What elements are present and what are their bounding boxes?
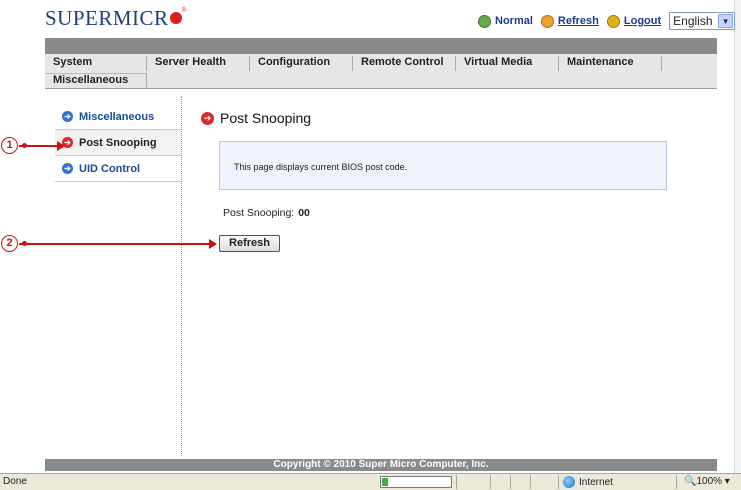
zoom-level[interactable]: 🔍100% ▾ (684, 476, 730, 487)
tab-miscellaneous[interactable]: Miscellaneous (45, 73, 147, 88)
statusbar-separator (530, 475, 531, 489)
blue-arrow-icon: ➔ (62, 111, 73, 122)
supermicro-logo: SUPERMICR ® (45, 6, 187, 31)
statusbar-separator (456, 475, 457, 489)
sidebar-divider (181, 96, 182, 456)
sidebar: ➔ Miscellaneous ➔ Post Snooping ➔ UID Co… (55, 104, 181, 182)
logo-text: SUPERMICR (45, 6, 169, 30)
callout-1-arrowhead (57, 141, 65, 151)
sidebar-item-label: Miscellaneous (79, 110, 155, 123)
callout-2: 2 (1, 235, 18, 252)
post-snooping-label: Post Snooping: (223, 207, 295, 219)
post-snooping-value: 00 (298, 207, 310, 219)
statusbar-separator (676, 475, 677, 489)
main-nav: System Server Health Configuration Remot… (45, 54, 717, 89)
refresh-icon[interactable] (540, 14, 554, 28)
sidebar-item-label: UID Control (79, 162, 141, 175)
statusbar-separator (510, 475, 511, 489)
globe-icon (563, 476, 575, 488)
zoom-value: 100% (696, 476, 723, 487)
logo-reg-mark: ® (181, 6, 188, 14)
normal-status-icon (478, 14, 491, 28)
vertical-scrollbar[interactable] (734, 0, 741, 473)
sidebar-item-miscellaneous[interactable]: ➔ Miscellaneous (55, 104, 181, 130)
callout-2-arrowhead (209, 239, 217, 249)
statusbar-separator (558, 475, 559, 489)
tab-configuration[interactable]: Configuration (250, 56, 353, 71)
refresh-button[interactable]: Refresh (219, 235, 280, 252)
browser-statusbar: Done Internet 🔍100% ▾ (0, 473, 741, 490)
zone-label: Internet (579, 476, 613, 488)
page-title: ➔ Post Snooping (201, 110, 311, 126)
refresh-link[interactable]: Refresh (558, 15, 599, 27)
callout-1-line (19, 145, 59, 147)
logout-link[interactable]: Logout (624, 15, 661, 27)
callout-2-line (19, 243, 211, 245)
tab-remote-control[interactable]: Remote Control (353, 56, 456, 71)
chevron-down-icon[interactable]: ▼ (718, 14, 734, 28)
logo-dot-icon (169, 12, 182, 24)
info-box: This page displays current BIOS post cod… (219, 141, 667, 190)
tab-system[interactable]: System (45, 56, 147, 71)
progress-bar (380, 476, 452, 488)
blue-arrow-icon: ➔ (62, 163, 73, 174)
language-select[interactable]: English ▼ (669, 12, 736, 30)
red-arrow-icon: ➔ (201, 111, 214, 125)
tab-maintenance[interactable]: Maintenance (559, 56, 662, 71)
footer-copyright: Copyright © 2010 Super Micro Computer, I… (45, 459, 717, 471)
page-title-text: Post Snooping (220, 110, 312, 126)
logout-icon[interactable] (606, 14, 620, 28)
post-snooping-readout: Post Snooping: 00 (223, 207, 310, 219)
header-actions: Normal Refresh Logout English ▼ (478, 12, 736, 30)
tab-server-health[interactable]: Server Health (147, 56, 250, 71)
callout-1: 1 (1, 137, 18, 154)
page: SUPERMICR ® Normal Refresh Logout English… (0, 0, 741, 490)
status-text: Done (3, 476, 27, 487)
status-label: Normal (495, 15, 533, 27)
sidebar-item-post-snooping[interactable]: ➔ Post Snooping (55, 130, 181, 156)
sidebar-item-uid-control[interactable]: ➔ UID Control (55, 156, 181, 182)
nav-top-bar (45, 38, 717, 54)
statusbar-separator (490, 475, 491, 489)
language-selected: English (673, 14, 713, 28)
security-zone: Internet (563, 476, 613, 488)
tab-virtual-media[interactable]: Virtual Media (456, 56, 559, 71)
sidebar-item-label: Post Snooping (79, 136, 157, 149)
